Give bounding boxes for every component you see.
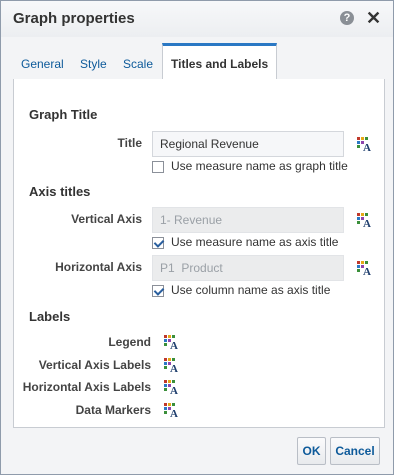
axis-titles-heading: Axis titles xyxy=(29,184,91,199)
tab-scale[interactable]: Scale xyxy=(123,57,153,71)
vertical-axis-labels-label: Vertical Axis Labels xyxy=(38,358,151,372)
use-measure-graph-title-checkbox[interactable] xyxy=(152,161,164,173)
horizontal-axis-label: Horizontal Axis xyxy=(55,260,142,274)
vertical-axis-label: Vertical Axis xyxy=(71,212,142,226)
dialog-title: Graph properties xyxy=(13,10,135,27)
vertical-axis-input[interactable] xyxy=(152,207,344,233)
format-data-markers-icon[interactable] xyxy=(164,403,180,417)
cancel-button[interactable]: Cancel xyxy=(330,437,380,465)
format-vertical-axis-labels-icon[interactable] xyxy=(164,358,180,372)
format-horizontal-axis-icon[interactable] xyxy=(357,261,373,275)
format-vertical-axis-icon[interactable] xyxy=(357,213,373,227)
title-bar: Graph properties ? ✕ xyxy=(1,1,393,37)
use-column-axis-title-checkbox[interactable] xyxy=(152,285,164,297)
ok-button[interactable]: OK xyxy=(297,437,326,465)
format-horizontal-axis-labels-icon[interactable] xyxy=(164,380,180,394)
graph-properties-dialog: Graph properties ? ✕ General Style Scale… xyxy=(0,0,394,475)
title-input[interactable] xyxy=(152,131,344,157)
use-measure-axis-title-label: Use measure name as axis title xyxy=(171,235,339,249)
format-legend-icon[interactable] xyxy=(164,335,180,349)
titles-and-labels-panel: Graph Title Title Use measure name as gr… xyxy=(13,79,385,428)
legend-label: Legend xyxy=(108,335,151,349)
help-icon[interactable]: ? xyxy=(340,11,354,25)
horizontal-axis-labels-label: Horizontal Axis Labels xyxy=(22,380,151,394)
labels-heading: Labels xyxy=(29,309,71,324)
use-column-axis-title-label: Use column name as axis title xyxy=(171,283,331,297)
graph-title-heading: Graph Title xyxy=(29,107,98,122)
horizontal-axis-input[interactable] xyxy=(152,255,344,281)
title-label: Title xyxy=(117,136,142,150)
close-icon[interactable]: ✕ xyxy=(366,8,381,28)
use-measure-axis-title-checkbox[interactable] xyxy=(152,237,164,249)
tab-general[interactable]: General xyxy=(21,57,64,71)
format-title-icon[interactable] xyxy=(357,137,373,151)
tab-style[interactable]: Style xyxy=(80,57,107,71)
tab-bar: General Style Scale Titles and Labels xyxy=(13,43,383,80)
use-measure-graph-title-label: Use measure name as graph title xyxy=(171,159,348,173)
data-markers-label: Data Markers xyxy=(75,403,151,417)
tab-titles-and-labels[interactable]: Titles and Labels xyxy=(162,43,278,80)
